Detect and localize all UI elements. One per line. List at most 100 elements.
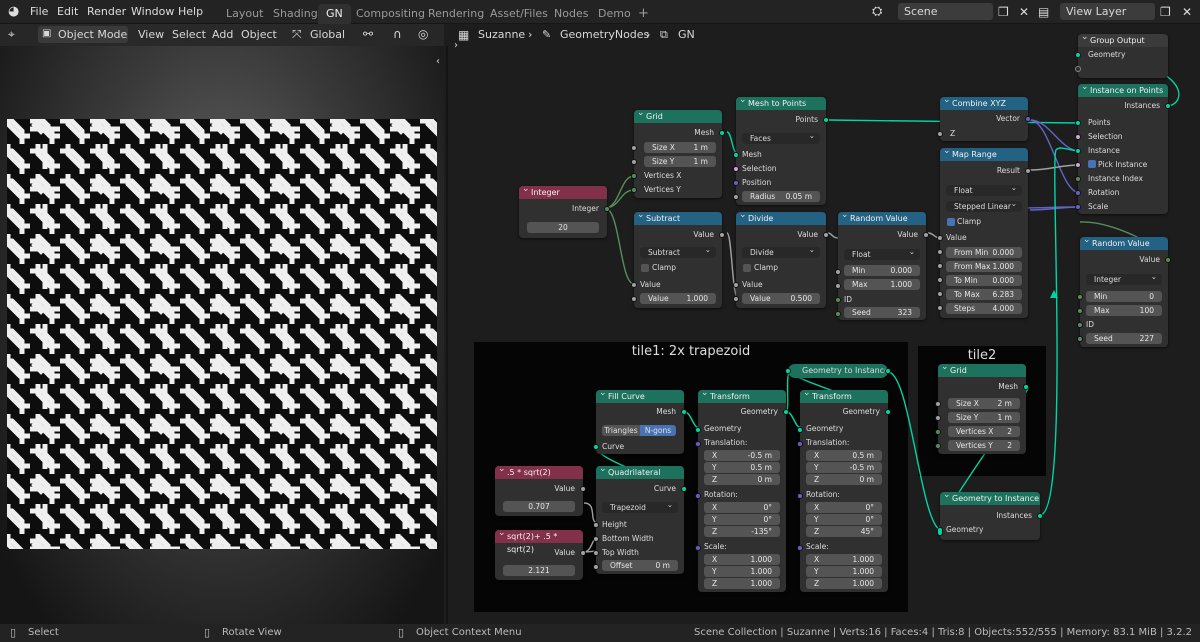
translation-z-field[interactable]: Z0 m — [806, 474, 882, 485]
translation-x-field[interactable]: X -0.5 m — [704, 450, 780, 461]
socket-points[interactable] — [1075, 120, 1081, 126]
socket-instances-output[interactable] — [1037, 513, 1043, 519]
node-subtract-header[interactable]: Subtract — [634, 209, 722, 225]
max-field[interactable]: Max 1.000 — [844, 279, 920, 290]
integer-value-field[interactable]: 20 — [527, 222, 599, 233]
rotation-x-field[interactable]: X 0° — [806, 502, 882, 513]
socket-size-x[interactable] — [935, 401, 941, 407]
node-combine-xyz-header[interactable]: Combine XYZ — [940, 94, 1028, 110]
scale-x-field[interactable]: X 1.000 — [806, 554, 882, 565]
socket-from-max[interactable] — [937, 263, 943, 269]
socket-geometry-output[interactable] — [783, 409, 789, 415]
socket-steps[interactable] — [937, 305, 943, 311]
rotation-x-field[interactable]: X 0° — [704, 502, 780, 513]
socket-mesh-output[interactable] — [1023, 384, 1029, 390]
socket-vertices-x[interactable] — [631, 173, 637, 179]
scale-x-field[interactable]: X 1.000 — [704, 554, 780, 565]
socket-max[interactable] — [835, 283, 841, 289]
socket-geometry-output[interactable] — [885, 409, 891, 415]
viewport-menu-add[interactable]: Add — [212, 28, 233, 41]
value-b-field[interactable]: Value 0.500 — [742, 293, 820, 304]
menu-window[interactable]: Window — [131, 0, 174, 24]
socket-mesh-output[interactable] — [719, 130, 725, 136]
size-x-field[interactable]: Size X2 m — [948, 398, 1020, 409]
socket-value-output[interactable] — [1165, 257, 1171, 263]
socket-value-output[interactable] — [719, 232, 725, 238]
node-grid-2[interactable]: Grid Mesh Size X2 m Size Y1 m Vertices X… — [935, 361, 1029, 454]
scene-field[interactable]: Scene — [898, 3, 993, 20]
vertices-x-field[interactable]: Vertices X2 — [948, 426, 1020, 437]
min-field[interactable]: Min 0 — [1086, 291, 1162, 302]
seed-field[interactable]: Seed 227 — [1086, 333, 1162, 344]
snap-icon[interactable]: ∩ — [393, 27, 402, 41]
collapse-sidebar-icon[interactable]: ‹ — [436, 56, 440, 67]
max-field[interactable]: Max 100 — [1086, 305, 1162, 316]
socket-value-output[interactable] — [823, 232, 829, 238]
socket-geometry-input[interactable] — [695, 427, 701, 433]
mesh-to-points-mode-dropdown[interactable]: Faces — [742, 130, 820, 144]
socket-value[interactable] — [937, 235, 943, 241]
socket-radius[interactable] — [733, 194, 739, 200]
node-mesh-to-points[interactable]: Mesh to Points Points Faces Mesh Selecti… — [733, 94, 829, 205]
breadcrumb-object[interactable]: Suzanne — [478, 24, 525, 46]
proportional-edit-icon[interactable]: ◎ — [418, 27, 428, 41]
socket-integer-output[interactable] — [604, 206, 610, 212]
node-geometry-to-instance[interactable]: Geometry to Instance Instances Geometry — [937, 489, 1043, 540]
node-combine-xyz[interactable]: Combine XYZ Vector Z — [937, 94, 1031, 141]
node-random-value-float-header[interactable]: Random Value — [838, 209, 926, 225]
socket-scale[interactable] — [797, 545, 803, 551]
delete-scene-icon[interactable]: ✕ — [1019, 0, 1029, 24]
socket-id[interactable] — [835, 297, 841, 303]
view-layer-field[interactable]: View Layer — [1060, 3, 1155, 20]
socket-rotation[interactable] — [797, 493, 803, 499]
socket-id[interactable] — [1077, 322, 1083, 328]
pick-instance-checkbox[interactable] — [1088, 160, 1096, 168]
clamp-checkbox[interactable] — [641, 264, 649, 272]
node-instance-on-points-header[interactable]: Instance on Points — [1078, 81, 1168, 97]
socket-instances-output[interactable] — [1165, 103, 1171, 109]
value-field[interactable]: 2.121 — [503, 565, 575, 576]
node-map-range[interactable]: Map Range Result Float Stepped Linear Cl… — [937, 145, 1031, 318]
offset-field[interactable]: Offset 0 m — [602, 560, 678, 571]
to-min-field[interactable]: To Min 0.000 — [946, 275, 1022, 286]
socket-seed[interactable] — [1077, 336, 1083, 342]
node-random-value-integer-header[interactable]: Random Value — [1080, 234, 1168, 250]
node-transform-1[interactable]: Transform Geometry Geometry Translation:… — [695, 387, 789, 592]
menu-file[interactable]: File — [30, 0, 48, 24]
socket-curve[interactable] — [593, 444, 599, 450]
socket-mesh-output[interactable] — [681, 409, 687, 415]
socket-rotation[interactable] — [1075, 190, 1081, 196]
socket-geometry-input[interactable] — [785, 368, 791, 374]
socket-instance[interactable] — [1075, 148, 1081, 154]
viewport-menu-select[interactable]: Select — [172, 28, 206, 41]
node-transform-2[interactable]: Transform Geometry Geometry Translation:… — [797, 387, 891, 592]
socket-mesh[interactable] — [733, 152, 739, 158]
node-value-expression-1-header[interactable]: .5 * sqrt(2) — [495, 463, 583, 479]
socket-bottom-width[interactable] — [593, 536, 599, 542]
socket-empty[interactable] — [1075, 66, 1081, 72]
socket-value-output[interactable] — [580, 550, 586, 556]
socket-selection[interactable] — [1075, 134, 1081, 140]
translation-y-field[interactable]: Y 0.5 m — [704, 462, 780, 473]
tab-gn[interactable]: GN — [318, 4, 351, 24]
socket-vertices-y[interactable] — [935, 443, 941, 449]
collapse-toolbar-icon[interactable]: › — [454, 35, 458, 57]
quadrilateral-mode-dropdown[interactable]: Trapezoid — [602, 499, 678, 513]
tab-layout[interactable]: Layout — [218, 4, 271, 24]
node-value-expression-2-header[interactable]: sqrt(2)+ .5 * sqrt(2) — [495, 527, 583, 554]
socket-result-output[interactable] — [1025, 168, 1031, 174]
socket-from-min[interactable] — [937, 249, 943, 255]
socket-rotation[interactable] — [695, 493, 701, 499]
socket-points-output[interactable] — [823, 117, 829, 123]
socket-vertices-y[interactable] — [631, 187, 637, 193]
value-field[interactable]: 0.707 — [503, 501, 575, 512]
socket-value-output[interactable] — [580, 486, 586, 492]
node-value-expression-2[interactable]: sqrt(2)+ .5 * sqrt(2) Value 2.121 — [495, 527, 586, 580]
socket-top-width[interactable] — [593, 550, 599, 556]
from-min-field[interactable]: From Min 0.000 — [946, 247, 1022, 258]
node-map-range-header[interactable]: Map Range — [940, 145, 1028, 161]
delete-view-layer-icon[interactable]: ✕ — [1182, 0, 1192, 24]
node-value-expression-1[interactable]: .5 * sqrt(2) Value 0.707 — [495, 463, 586, 516]
node-instance-on-points[interactable]: Instance on Points Instances Points Sele… — [1075, 81, 1171, 214]
transform-orientation-dropdown[interactable]: Global — [306, 26, 358, 43]
